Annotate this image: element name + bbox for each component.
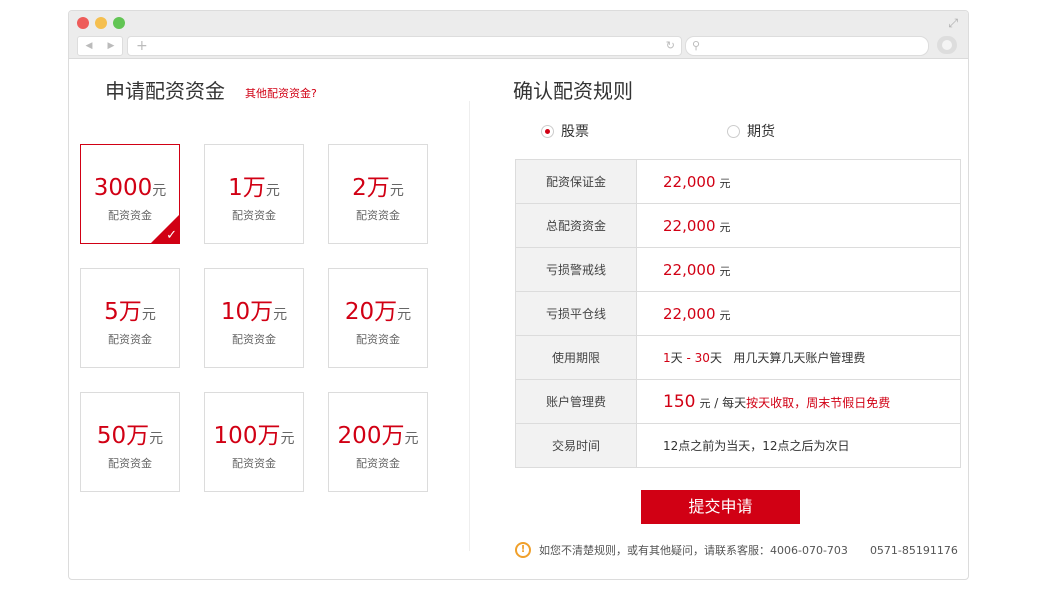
- period-value: 1天 - 30天 用几天算几天账户管理费: [636, 335, 961, 380]
- rules-table: 配资保证金 22,000 元 总配资资金 22,000 元 亏损警戒线 22,000…: [515, 159, 961, 468]
- row-label: 使用期限: [515, 335, 637, 380]
- new-tab-icon[interactable]: +: [136, 37, 148, 55]
- row-label: 交易时间: [515, 423, 637, 468]
- browser-menu-button[interactable]: [937, 36, 957, 54]
- notice-text: 如您不清楚规则，或有其他疑问，请联系客服：: [539, 544, 770, 557]
- fund-label: 配资资金: [356, 333, 400, 346]
- minimize-window-button[interactable]: [95, 17, 107, 29]
- fund-amount: 100万元: [213, 423, 295, 449]
- confirm-rules-title: 确认配资规则: [513, 79, 633, 103]
- row-value: 22,000 元: [636, 203, 961, 248]
- fund-amount: 20万元: [344, 299, 412, 325]
- row-label: 亏损平仓线: [515, 291, 637, 336]
- search-icon: ⚲: [692, 39, 701, 52]
- apply-funds-title: 申请配资资金: [105, 79, 225, 103]
- row-value: 22,000 元: [636, 247, 961, 292]
- table-row: 亏损平仓线 22,000 元: [515, 291, 961, 336]
- table-row: 配资保证金 22,000 元: [515, 159, 961, 204]
- nav-buttons: ◀ ▶: [77, 36, 123, 56]
- browser-toolbar: ⤢ ◀ ▶ + ↻ ⚲: [69, 11, 968, 59]
- fund-amount: 1万元: [228, 175, 280, 201]
- radio-unchecked-icon: [727, 124, 740, 138]
- radio-futures[interactable]: 期货: [727, 121, 775, 141]
- phone-2: 0571-85191176: [869, 543, 958, 557]
- radio-stock-label: 股票: [561, 124, 589, 140]
- reload-icon[interactable]: ↻: [666, 37, 675, 55]
- radio-stock[interactable]: 股票: [541, 121, 589, 141]
- phone-1: 4006-070-703: [770, 543, 848, 557]
- table-row: 总配资资金 22,000 元: [515, 203, 961, 248]
- fullscreen-icon[interactable]: ⤢: [948, 16, 958, 31]
- fund-card-200w[interactable]: 200万元 配资资金: [328, 392, 428, 492]
- fund-amount: 5万元: [104, 299, 156, 325]
- address-bar[interactable]: + ↻: [127, 36, 682, 56]
- check-icon: ✓: [166, 228, 177, 243]
- close-window-button[interactable]: [77, 17, 89, 29]
- row-label: 亏损警戒线: [515, 247, 637, 292]
- fund-label: 配资资金: [108, 333, 152, 346]
- fund-amount: 10万元: [220, 299, 288, 325]
- fund-amount: 200万元: [337, 423, 419, 449]
- fund-label: 配资资金: [108, 457, 152, 470]
- submit-button[interactable]: 提交申请: [641, 490, 800, 524]
- fund-card-5w[interactable]: 5万元 配资资金: [80, 268, 180, 368]
- row-value: 22,000 元: [636, 159, 961, 204]
- fund-card-50w[interactable]: 50万元 配资资金: [80, 392, 180, 492]
- fund-card-3000[interactable]: 3000元 配资资金 ✓: [80, 144, 180, 244]
- table-row: 账户管理费 150 元 / 每天按天收取，周末节假日免费: [515, 379, 961, 424]
- contact-notice: ! 如您不清楚规则，或有其他疑问，请联系客服： 4006-070-703 057…: [515, 542, 958, 558]
- radio-futures-label: 期货: [747, 124, 775, 140]
- fund-label: 配资资金: [232, 209, 276, 222]
- fund-amount: 50万元: [96, 423, 164, 449]
- column-divider: [469, 101, 470, 551]
- fund-card-2w[interactable]: 2万元 配资资金: [328, 144, 428, 244]
- fund-card-20w[interactable]: 20万元 配资资金: [328, 268, 428, 368]
- fund-label: 配资资金: [232, 333, 276, 346]
- fund-card-10w[interactable]: 10万元 配资资金: [204, 268, 304, 368]
- fund-card-100w[interactable]: 100万元 配资资金: [204, 392, 304, 492]
- trade-time-value: 12点之前为当天，12点之后为次日: [636, 423, 961, 468]
- browser-search-input[interactable]: ⚲: [685, 36, 929, 56]
- back-icon[interactable]: ◀: [86, 41, 93, 51]
- fund-label: 配资资金: [232, 457, 276, 470]
- forward-icon[interactable]: ▶: [108, 41, 115, 51]
- table-row: 交易时间 12点之前为当天，12点之后为次日: [515, 423, 961, 468]
- browser-window: ⤢ ◀ ▶ + ↻ ⚲ 申请配资资金 其他配资资金? 3000元 配资资金 ✓ …: [68, 10, 969, 580]
- fund-card-1w[interactable]: 1万元 配资资金: [204, 144, 304, 244]
- fund-amount: 2万元: [352, 175, 404, 201]
- fund-amount: 3000元: [93, 175, 167, 201]
- fund-label: 配资资金: [356, 209, 400, 222]
- other-funds-link[interactable]: 其他配资资金?: [245, 85, 317, 101]
- fund-label: 配资资金: [356, 457, 400, 470]
- table-row: 使用期限 1天 - 30天 用几天算几天账户管理费: [515, 335, 961, 380]
- radio-checked-icon: [541, 124, 554, 138]
- table-row: 亏损警戒线 22,000 元: [515, 247, 961, 292]
- row-value: 22,000 元: [636, 291, 961, 336]
- warning-icon: !: [515, 542, 531, 558]
- row-label: 账户管理费: [515, 379, 637, 424]
- maximize-window-button[interactable]: [113, 17, 125, 29]
- row-label: 配资保证金: [515, 159, 637, 204]
- fee-value: 150 元 / 每天按天收取，周末节假日免费: [636, 379, 961, 424]
- row-label: 总配资资金: [515, 203, 637, 248]
